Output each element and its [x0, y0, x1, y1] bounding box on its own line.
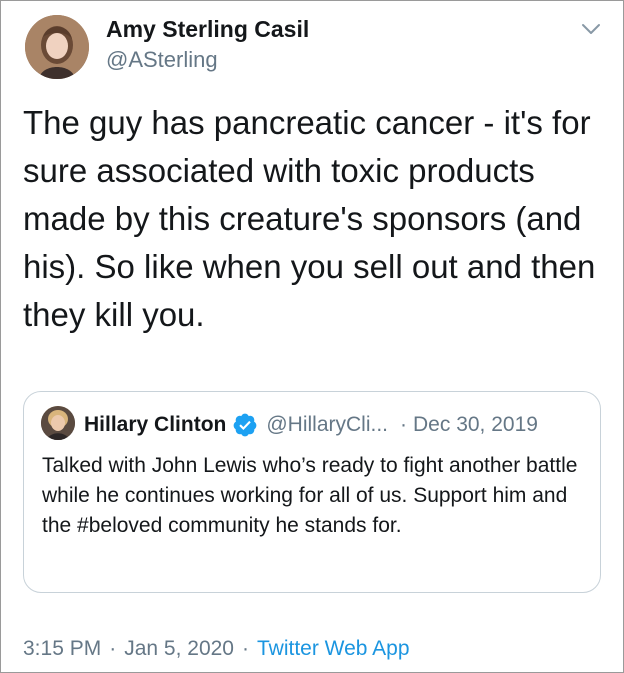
- quoted-author-handle[interactable]: @HillaryCli...: [266, 413, 388, 437]
- tweet-source-link[interactable]: Twitter Web App: [257, 637, 410, 661]
- chevron-down-icon[interactable]: [579, 19, 603, 39]
- quoted-separator: ·: [400, 413, 408, 436]
- verified-badge-icon: [232, 412, 258, 438]
- tweet-meta: 3:15 PM · Jan 5, 2020 · Twitter Web App: [23, 634, 410, 664]
- author-handle[interactable]: @ASterling: [106, 47, 218, 73]
- quoted-author-avatar[interactable]: [41, 406, 75, 440]
- author-name[interactable]: Amy Sterling Casil: [106, 16, 309, 43]
- meta-separator-2: ·: [241, 637, 249, 660]
- quoted-tweet-header: Hillary Clinton @HillaryCli... · Dec 30,…: [84, 410, 538, 440]
- tweet-text: The guy has pancreatic cancer - it's for…: [23, 104, 596, 333]
- author-avatar[interactable]: [25, 15, 89, 79]
- tweet-date[interactable]: Jan 5, 2020: [124, 637, 234, 661]
- quoted-date[interactable]: Dec 30, 2019: [413, 413, 538, 437]
- tweet-card: Amy Sterling Casil @ASterling The guy ha…: [0, 0, 624, 673]
- quoted-tweet[interactable]: Hillary Clinton @HillaryCli... · Dec 30,…: [23, 391, 601, 593]
- meta-separator: ·: [109, 637, 117, 660]
- quoted-tweet-text: Talked with John Lewis who’s ready to fi…: [42, 454, 578, 537]
- quoted-author-name[interactable]: Hillary Clinton: [84, 413, 226, 437]
- tweet-time[interactable]: 3:15 PM: [23, 637, 101, 661]
